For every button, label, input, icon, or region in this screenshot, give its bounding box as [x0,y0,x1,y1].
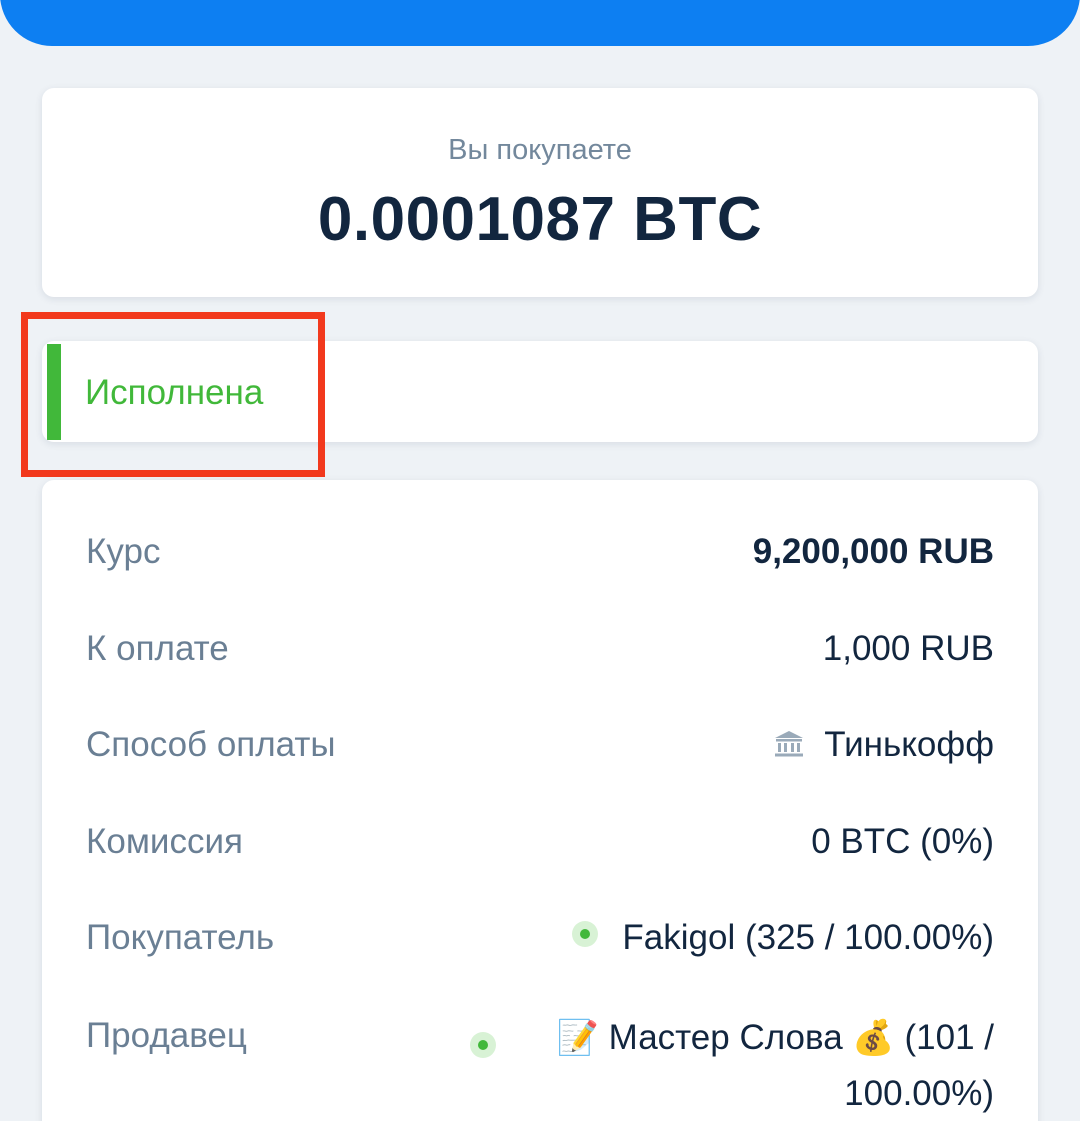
seller-label: Продавец [86,1016,247,1055]
seller-stats-line1: (101 / [904,1018,995,1057]
amount-caption: Вы покупаете [448,134,632,166]
fee-label: Комиссия [86,822,243,861]
online-status-icon [572,921,599,947]
amount-value: 0.0001087 BTC [317,185,763,254]
to-pay-value: 1,000 RUB [822,629,994,668]
seller-stats-line2: 100.00%) [844,1074,994,1113]
to-pay-label: К оплате [86,629,229,668]
rate-value: 9,200,000 RUB [752,532,994,571]
payment-method-value: Тинькофф [824,725,994,764]
seller-value-wrap[interactable]: 📝 Мастер Слова 💰 (101 / 100.00%) [557,1010,994,1121]
seller-line-1: 📝 Мастер Слова 💰 (101 / [557,1010,994,1066]
buyer-value-wrap[interactable]: Fakigol (325 / 100.00%) [572,918,994,958]
rate-label: Курс [86,532,161,571]
details-card: Курс 9,200,000 RUB К оплате 1,000 RUB Сп… [42,480,1038,1121]
order-details-screen: Вы покупаете 0.0001087 BTC Исполнена Кур… [0,0,1080,1121]
bank-icon [775,731,804,757]
amount-card: Вы покупаете 0.0001087 BTC [42,88,1038,297]
buyer-value[interactable]: Fakigol (325 / 100.00%) [622,918,994,957]
buyer-label: Покупатель [86,918,275,957]
memo-icon: 📝 [556,1018,599,1058]
payment-method-value-wrap: Тинькофф [774,725,994,765]
annotation-highlight-box [21,312,325,477]
header-bar [0,0,1080,46]
fee-value: 0 BTC (0%) [811,822,994,861]
online-status-icon [470,1032,496,1058]
money-bag-icon: 💰 [852,1018,895,1058]
payment-method-label: Способ оплаты [86,725,336,764]
seller-name[interactable]: Мастер Слова [609,1018,843,1057]
